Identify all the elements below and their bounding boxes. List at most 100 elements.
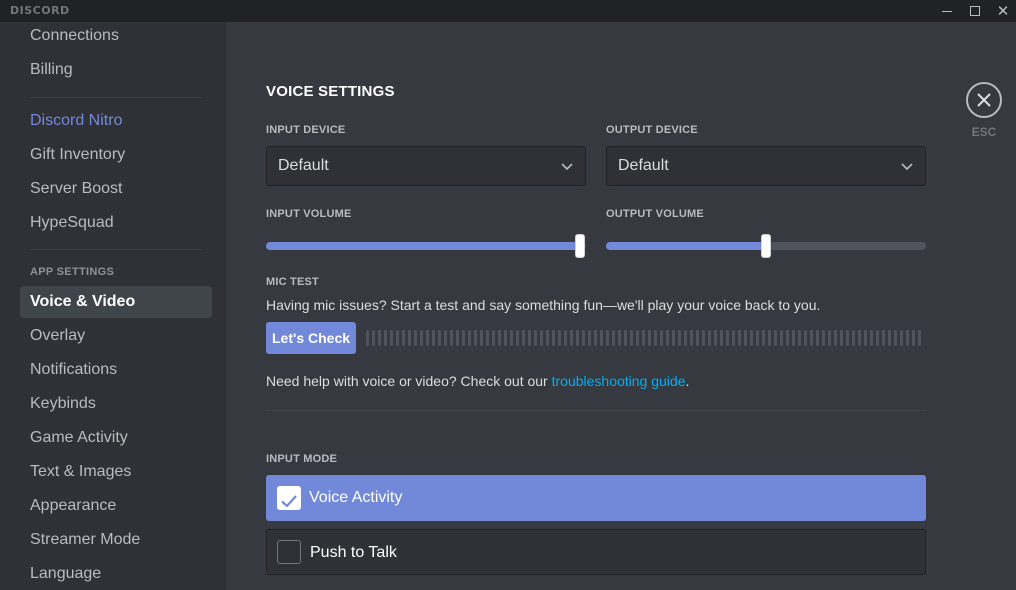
meter-tick	[846, 330, 849, 346]
input-device-label: INPUT DEVICE	[266, 124, 346, 136]
meter-tick	[738, 330, 741, 346]
meter-tick	[786, 330, 789, 346]
meter-tick	[780, 330, 783, 346]
meter-tick	[576, 330, 579, 346]
close-icon: ✕	[996, 2, 1010, 20]
output-volume-slider[interactable]	[606, 234, 926, 258]
maximize-button[interactable]	[960, 0, 990, 22]
meter-tick	[426, 330, 429, 346]
input-volume-slider[interactable]	[266, 234, 586, 258]
troubleshooting-guide-link[interactable]: troubleshooting guide	[552, 373, 686, 389]
meter-tick	[510, 330, 513, 346]
input-volume-handle[interactable]	[575, 234, 585, 258]
sidebar-item-gift-inventory[interactable]: Gift Inventory	[20, 139, 212, 171]
output-volume-fill	[606, 242, 766, 250]
discord-logo: DISCORD	[10, 4, 70, 17]
meter-tick	[666, 330, 669, 346]
output-device-select[interactable]: Default	[606, 146, 926, 186]
meter-tick	[864, 330, 867, 346]
meter-tick	[714, 330, 717, 346]
meter-tick	[504, 330, 507, 346]
sidebar-item-streamer-mode[interactable]: Streamer Mode	[20, 524, 212, 556]
meter-tick	[684, 330, 687, 346]
checkbox-checked	[277, 486, 301, 510]
output-volume-label: OUTPUT VOLUME	[606, 208, 704, 220]
meter-tick	[720, 330, 723, 346]
meter-tick	[396, 330, 399, 346]
meter-tick	[624, 330, 627, 346]
minimize-icon	[942, 10, 952, 12]
meter-tick	[384, 330, 387, 346]
sidebar-item-overlay[interactable]: Overlay	[20, 320, 212, 352]
mic-test-description: Having mic issues? Start a test and say …	[266, 297, 821, 313]
meter-tick	[918, 330, 921, 346]
meter-tick	[906, 330, 909, 346]
meter-tick	[516, 330, 519, 346]
meter-tick	[840, 330, 843, 346]
sidebar-item-server-boost[interactable]: Server Boost	[20, 173, 212, 205]
checkmark-icon	[281, 495, 297, 508]
help-text: Need help with voice or video? Check out…	[266, 373, 689, 389]
output-device-value: Default	[618, 157, 669, 174]
output-volume-handle[interactable]	[761, 234, 771, 258]
input-mode-label-push-to-talk: Push to Talk	[310, 544, 397, 561]
meter-tick	[414, 330, 417, 346]
sidebar-item-keybinds[interactable]: Keybinds	[20, 388, 212, 420]
meter-tick	[462, 330, 465, 346]
sidebar-item-hypesquad[interactable]: HypeSquad	[20, 207, 212, 239]
sidebar-item-connections[interactable]: Connections	[20, 20, 212, 52]
esc-label: ESC	[971, 125, 997, 139]
meter-tick	[534, 330, 537, 346]
meter-tick	[564, 330, 567, 346]
meter-tick	[570, 330, 573, 346]
sidebar-item-voice-video[interactable]: Voice & Video	[20, 286, 212, 318]
chevron-down-icon	[561, 163, 573, 171]
meter-tick	[588, 330, 591, 346]
input-volume-fill	[266, 242, 580, 250]
mic-level-meter	[366, 330, 921, 346]
meter-tick	[912, 330, 915, 346]
help-suffix: .	[685, 373, 690, 389]
meter-tick	[708, 330, 711, 346]
meter-tick	[522, 330, 525, 346]
meter-tick	[528, 330, 531, 346]
input-volume-label: INPUT VOLUME	[266, 208, 352, 220]
meter-tick	[744, 330, 747, 346]
sidebar-item-billing[interactable]: Billing	[20, 54, 212, 86]
input-device-select[interactable]: Default	[266, 146, 586, 186]
meter-tick	[558, 330, 561, 346]
input-mode-label-voice-activity: Voice Activity	[309, 489, 403, 506]
sidebar-item-text-images[interactable]: Text & Images	[20, 456, 212, 488]
sidebar-item-notifications[interactable]: Notifications	[20, 354, 212, 386]
window-close-button[interactable]: ✕	[988, 0, 1016, 22]
meter-tick	[894, 330, 897, 346]
meter-tick	[798, 330, 801, 346]
meter-tick	[438, 330, 441, 346]
input-mode-voice-activity[interactable]: Voice Activity	[266, 475, 926, 521]
sidebar-item-discord-nitro[interactable]: Discord Nitro	[20, 105, 212, 137]
input-mode-push-to-talk[interactable]: Push to Talk	[266, 529, 926, 575]
meter-tick	[660, 330, 663, 346]
meter-tick	[498, 330, 501, 346]
meter-tick	[582, 330, 585, 346]
meter-tick	[690, 330, 693, 346]
meter-tick	[492, 330, 495, 346]
meter-tick	[726, 330, 729, 346]
section-divider	[266, 410, 926, 411]
sidebar-item-appearance[interactable]: Appearance	[20, 490, 212, 522]
meter-tick	[774, 330, 777, 346]
lets-check-button[interactable]: Let's Check	[266, 322, 356, 354]
meter-tick	[762, 330, 765, 346]
meter-tick	[642, 330, 645, 346]
help-prefix: Need help with voice or video? Check out…	[266, 373, 552, 389]
close-icon[interactable]	[966, 82, 1002, 118]
sidebar-item-language[interactable]: Language	[20, 558, 212, 590]
minimize-button[interactable]	[932, 0, 962, 22]
meter-tick	[606, 330, 609, 346]
meter-tick	[882, 330, 885, 346]
meter-tick	[378, 330, 381, 346]
close-settings-button[interactable]: ESC	[966, 82, 1002, 139]
sidebar-item-game-activity[interactable]: Game Activity	[20, 422, 212, 454]
meter-tick	[444, 330, 447, 346]
settings-sidebar: Connections Billing Discord Nitro Gift I…	[0, 22, 226, 590]
